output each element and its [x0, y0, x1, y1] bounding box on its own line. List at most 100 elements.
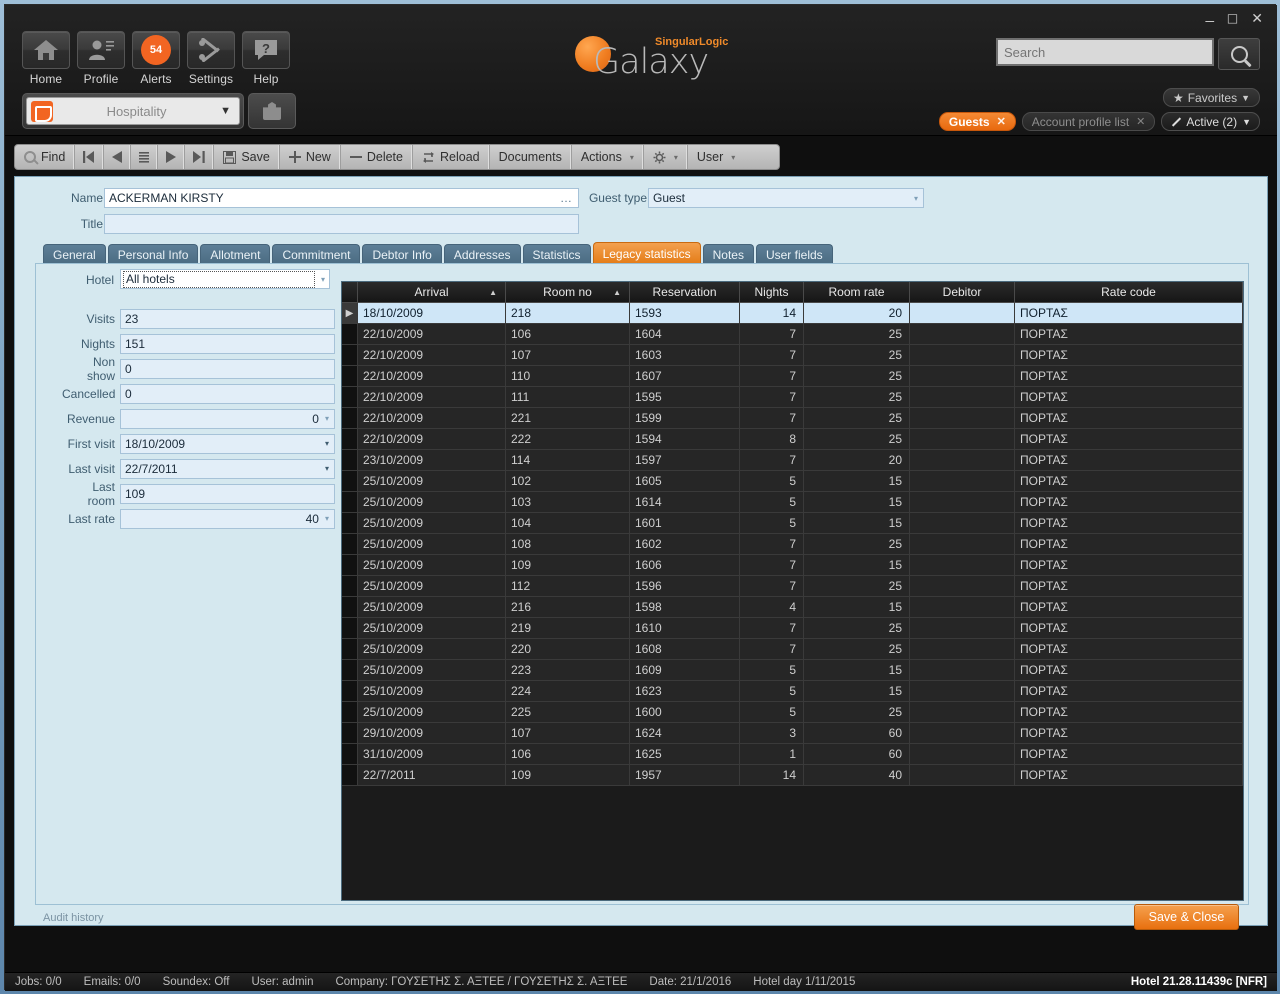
hotel-select[interactable]: All hotels ▾	[120, 269, 330, 289]
stat-input-last-rate[interactable]: 40 ▾	[120, 508, 335, 529]
table-row[interactable]: 25/10/2009 220 1608 7 25 ΠΟΡΤΑΣ	[342, 639, 1243, 660]
table-row[interactable]: 22/7/2011 109 1957 14 40 ΠΟΡΤΑΣ	[342, 765, 1243, 786]
minimize-icon[interactable]: _	[1204, 7, 1216, 22]
favorites-button[interactable]: ★ Favorites ▼	[1162, 88, 1260, 107]
chevron-down-icon[interactable]: ▾	[325, 439, 334, 448]
grid-header-reservation[interactable]: Reservation	[630, 282, 740, 303]
toolbar-last-record-button[interactable]	[185, 145, 215, 169]
search-box[interactable]	[996, 38, 1214, 66]
table-row[interactable]: 25/10/2009 219 1610 7 25 ΠΟΡΤΑΣ	[342, 618, 1243, 639]
tab-personal-info[interactable]: Personal Info	[107, 244, 199, 265]
nav-settings-button[interactable]: Settings	[187, 31, 235, 86]
table-row[interactable]: 22/10/2009 106 1604 7 25 ΠΟΡΤΑΣ	[342, 324, 1243, 345]
chevron-down-icon[interactable]: ▾	[325, 464, 334, 473]
stat-input-nights[interactable]: 151	[120, 333, 335, 354]
table-row[interactable]: 25/10/2009 224 1623 5 15 ΠΟΡΤΑΣ	[342, 681, 1243, 702]
table-row[interactable]: 22/10/2009 221 1599 7 25 ΠΟΡΤΑΣ	[342, 408, 1243, 429]
doc-tab-guests[interactable]: Guests ✕	[938, 112, 1016, 131]
table-row[interactable]: 22/10/2009 222 1594 8 25 ΠΟΡΤΑΣ	[342, 429, 1243, 450]
table-row[interactable]: 25/10/2009 104 1601 5 15 ΠΟΡΤΑΣ	[342, 513, 1243, 534]
tab-notes[interactable]: Notes	[702, 244, 754, 265]
toolbar-prev-record-button[interactable]	[104, 145, 132, 169]
title-input[interactable]	[104, 214, 579, 234]
close-icon[interactable]: ✕	[997, 115, 1006, 128]
grid-header-room-rate[interactable]: Room rate	[804, 282, 910, 303]
chevron-down-icon[interactable]: ▼	[220, 105, 231, 117]
toolbar-reload-button[interactable]: Reload	[413, 145, 490, 169]
toolbar-settings-button[interactable]: ▾	[644, 145, 688, 169]
grid-header-nights[interactable]: Nights	[740, 282, 804, 303]
audit-history-link[interactable]: Audit history	[43, 912, 104, 924]
nav-home-button[interactable]: Home	[22, 31, 70, 86]
table-row[interactable]: 23/10/2009 114 1597 7 20 ΠΟΡΤΑΣ	[342, 450, 1243, 471]
maximize-icon[interactable]: □	[1225, 12, 1240, 24]
table-row[interactable]: 25/10/2009 108 1602 7 25 ΠΟΡΤΑΣ	[342, 534, 1243, 555]
grid-header-arrival[interactable]: Arrival ▲	[358, 282, 506, 303]
stat-input-cancelled[interactable]: 0	[120, 383, 335, 404]
toolbar-list-button[interactable]	[131, 145, 159, 169]
table-row[interactable]: ▶ 18/10/2009 218 1593 14 20 ΠΟΡΤΑΣ	[342, 303, 1243, 324]
sort-ascending-icon[interactable]: ▲	[613, 288, 621, 297]
stat-input-first-visit[interactable]: 18/10/2009 ▾	[120, 433, 335, 454]
tab-allotment[interactable]: Allotment	[200, 244, 271, 265]
search-input[interactable]	[1004, 44, 1206, 60]
table-row[interactable]: 31/10/2009 106 1625 1 60 ΠΟΡΤΑΣ	[342, 744, 1243, 765]
toolbar-user-button[interactable]: User ▾	[688, 145, 744, 169]
nav-profile-button[interactable]: Profile	[77, 31, 125, 86]
name-input[interactable]	[105, 191, 560, 205]
stat-input-last-room[interactable]: 109	[120, 483, 335, 504]
module-field[interactable]: Hospitality ▼	[26, 97, 240, 125]
doc-tab-account-profile-list[interactable]: Account profile list ✕	[1021, 112, 1156, 131]
grid-header-rate-code[interactable]: Rate code	[1015, 282, 1243, 303]
tab-debtor-info[interactable]: Debtor Info	[362, 244, 442, 265]
stat-input-visits[interactable]: 23	[120, 308, 335, 329]
tab-user-fields[interactable]: User fields	[755, 244, 833, 265]
chevron-down-icon[interactable]: ▾	[325, 414, 334, 423]
tab-commitment[interactable]: Commitment	[272, 244, 361, 265]
modules-extra-button[interactable]	[248, 93, 296, 129]
stat-input-revenue[interactable]: 0 ▾	[120, 408, 335, 429]
tab-legacy-statistics[interactable]: Legacy statistics	[592, 242, 701, 265]
grid-header-debitor[interactable]: Debitor	[910, 282, 1015, 303]
toolbar-first-record-button[interactable]	[75, 145, 105, 169]
guest-type-select[interactable]: Guest ▾	[648, 188, 924, 208]
name-field[interactable]: …	[104, 188, 579, 208]
tab-general[interactable]: General	[43, 244, 106, 265]
grid-body[interactable]: ▶ 18/10/2009 218 1593 14 20 ΠΟΡΤΑΣ 22/10/2009 10…	[342, 303, 1243, 786]
toolbar-save-button[interactable]: Save	[214, 145, 280, 169]
nav-help-button[interactable]: ? Help	[242, 31, 290, 86]
close-icon[interactable]: ✕	[1249, 11, 1265, 25]
stat-input-last-visit[interactable]: 22/7/2011 ▾	[120, 458, 335, 479]
chevron-down-icon[interactable]: ▾	[325, 514, 334, 523]
chevron-down-icon[interactable]: ▾	[317, 275, 329, 284]
table-row[interactable]: 22/10/2009 107 1603 7 25 ΠΟΡΤΑΣ	[342, 345, 1243, 366]
table-row[interactable]: 25/10/2009 112 1596 7 25 ΠΟΡΤΑΣ	[342, 576, 1243, 597]
table-row[interactable]: 25/10/2009 102 1605 5 15 ΠΟΡΤΑΣ	[342, 471, 1243, 492]
toolbar-next-record-button[interactable]	[158, 145, 186, 169]
sort-ascending-icon[interactable]: ▲	[489, 288, 497, 297]
table-row[interactable]: 25/10/2009 216 1598 4 15 ΠΟΡΤΑΣ	[342, 597, 1243, 618]
table-row[interactable]: 25/10/2009 225 1600 5 25 ΠΟΡΤΑΣ	[342, 702, 1243, 723]
toolbar-find-button[interactable]: Find	[15, 145, 76, 169]
module-selector[interactable]: Hospitality ▼	[22, 93, 244, 129]
stat-input-non-show[interactable]: 0	[120, 358, 335, 379]
toolbar-delete-button[interactable]: Delete	[341, 145, 413, 169]
search-button[interactable]	[1218, 38, 1260, 70]
chevron-down-icon[interactable]: ▾	[914, 194, 923, 203]
tab-statistics[interactable]: Statistics	[522, 244, 591, 265]
active-documents-button[interactable]: Active (2) ▼	[1161, 112, 1260, 131]
table-row[interactable]: 25/10/2009 223 1609 5 15 ΠΟΡΤΑΣ	[342, 660, 1243, 681]
table-row[interactable]: 29/10/2009 107 1624 3 60 ΠΟΡΤΑΣ	[342, 723, 1243, 744]
table-row[interactable]: 25/10/2009 103 1614 5 15 ΠΟΡΤΑΣ	[342, 492, 1243, 513]
table-row[interactable]: 22/10/2009 111 1595 7 25 ΠΟΡΤΑΣ	[342, 387, 1243, 408]
toolbar-documents-button[interactable]: Documents	[490, 145, 572, 169]
grid-header-room-no[interactable]: Room no ▲	[506, 282, 630, 303]
toolbar-new-button[interactable]: New	[280, 145, 341, 169]
stay-history-grid[interactable]: Arrival ▲ Room no ▲ Reservation Nights Room ra…	[341, 281, 1244, 901]
table-row[interactable]: 25/10/2009 109 1606 7 15 ΠΟΡΤΑΣ	[342, 555, 1243, 576]
save-and-close-button[interactable]: Save & Close	[1134, 904, 1239, 930]
toolbar-actions-button[interactable]: Actions ▾	[572, 145, 644, 169]
table-row[interactable]: 22/10/2009 110 1607 7 25 ΠΟΡΤΑΣ	[342, 366, 1243, 387]
nav-alerts-button[interactable]: 54 Alerts	[132, 31, 180, 86]
close-icon[interactable]: ✕	[1136, 115, 1145, 128]
